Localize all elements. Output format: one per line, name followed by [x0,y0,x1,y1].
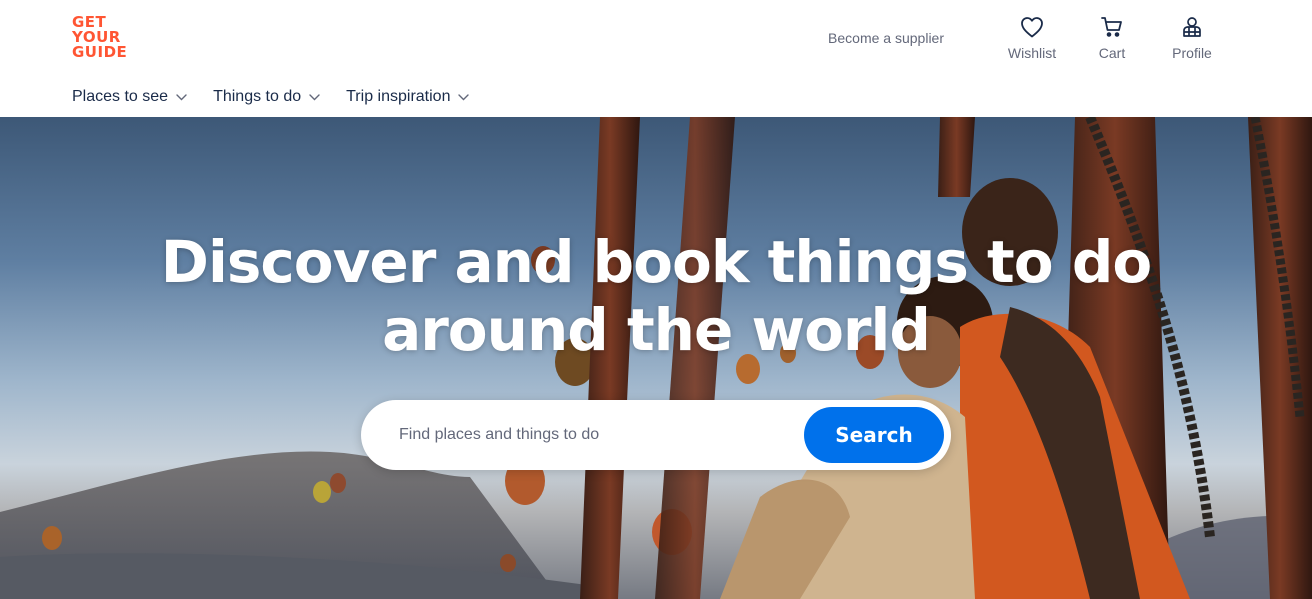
hero-title-line-1: Discover and book things to do [160,228,1152,296]
chevron-down-icon [309,92,320,103]
nav-item-trip-inspiration[interactable]: Trip inspiration [346,88,470,106]
search-button[interactable]: Search [804,407,944,463]
logo-line-3: GUIDE [72,43,128,61]
cart-icon [1099,14,1125,40]
search-input[interactable] [399,423,779,447]
hero-title-line-2: around the world [382,296,931,364]
site-header: GET YOUR GUIDE Become a supplier Wishlis… [0,0,1312,117]
getyourguide-logo[interactable]: GET YOUR GUIDE [72,15,132,60]
nav-item-label: Trip inspiration [346,88,451,105]
cart-button[interactable]: Cart [1072,14,1152,61]
nav-item-label: Things to do [213,88,302,105]
hero-title: Discover and book things to do around th… [0,228,1312,364]
hero-section: Discover and book things to do around th… [0,117,1312,599]
chevron-down-icon [458,92,470,103]
chevron-down-icon [176,92,187,103]
nav-item-label: Places to see [72,88,169,105]
header-actions: Become a supplier Wishlist Cart Profile [828,14,1232,61]
cart-label: Cart [1098,45,1126,61]
profile-button[interactable]: Profile [1152,14,1232,61]
main-nav: Places to see Things to do Trip inspirat… [72,88,495,106]
nav-item-things-to-do[interactable]: Things to do [213,88,320,106]
wishlist-button[interactable]: Wishlist [992,14,1072,61]
heart-icon [1019,14,1045,40]
profile-icon [1179,14,1205,40]
nav-item-places-to-see[interactable]: Places to see [72,88,187,106]
search-bar: Search [361,400,951,470]
profile-label: Profile [1172,45,1212,61]
wishlist-label: Wishlist [1007,45,1057,61]
become-supplier-link[interactable]: Become a supplier [828,30,944,46]
